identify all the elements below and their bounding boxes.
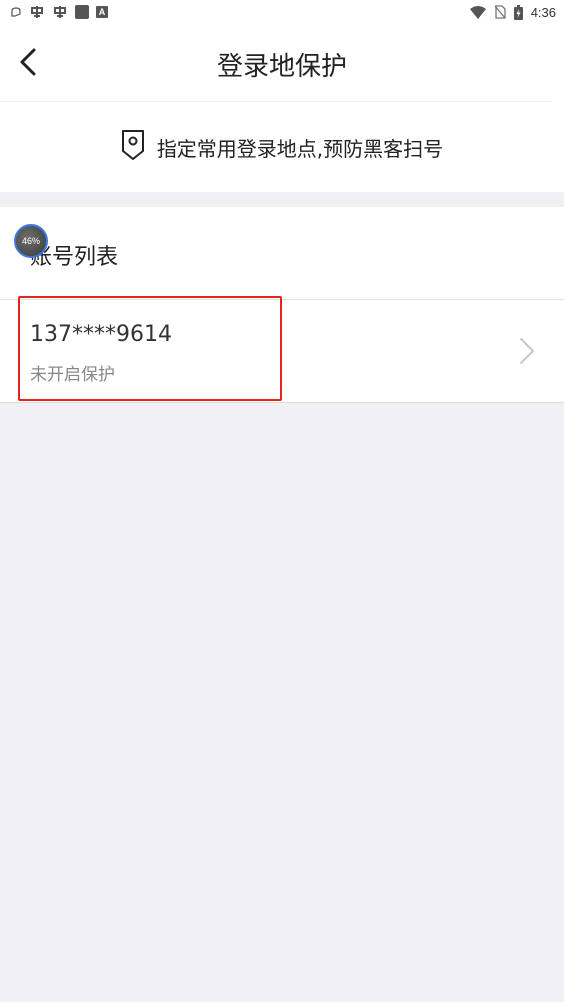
wifi-icon <box>469 5 486 19</box>
hint-banner: 指定常用登录地点,预防黑客扫号 <box>0 102 564 192</box>
location-tag-icon <box>121 129 145 165</box>
app-icon <box>29 4 45 20</box>
battery-icon <box>513 4 523 20</box>
hint-text: 指定常用登录地点,预防黑客扫号 <box>156 136 444 161</box>
row-divider <box>0 402 564 403</box>
status-time: 4:36 <box>530 4 556 20</box>
highlight-box <box>18 296 282 401</box>
status-bar-right: 4:36 <box>469 4 564 20</box>
square-icon <box>75 5 89 19</box>
header: 登录地保护 <box>0 24 564 102</box>
status-bar-left: A <box>0 4 108 20</box>
chevron-right-icon <box>518 336 536 370</box>
no-sim-icon <box>494 5 506 19</box>
notification-icon <box>10 6 22 18</box>
page-title: 登录地保护 <box>216 52 347 82</box>
app-icon <box>52 4 68 20</box>
a-icon: A <box>96 6 108 18</box>
status-bar: A 4:36 <box>0 0 564 24</box>
floating-progress-widget[interactable]: 46% <box>14 224 48 258</box>
progress-label: 46% <box>21 236 40 246</box>
